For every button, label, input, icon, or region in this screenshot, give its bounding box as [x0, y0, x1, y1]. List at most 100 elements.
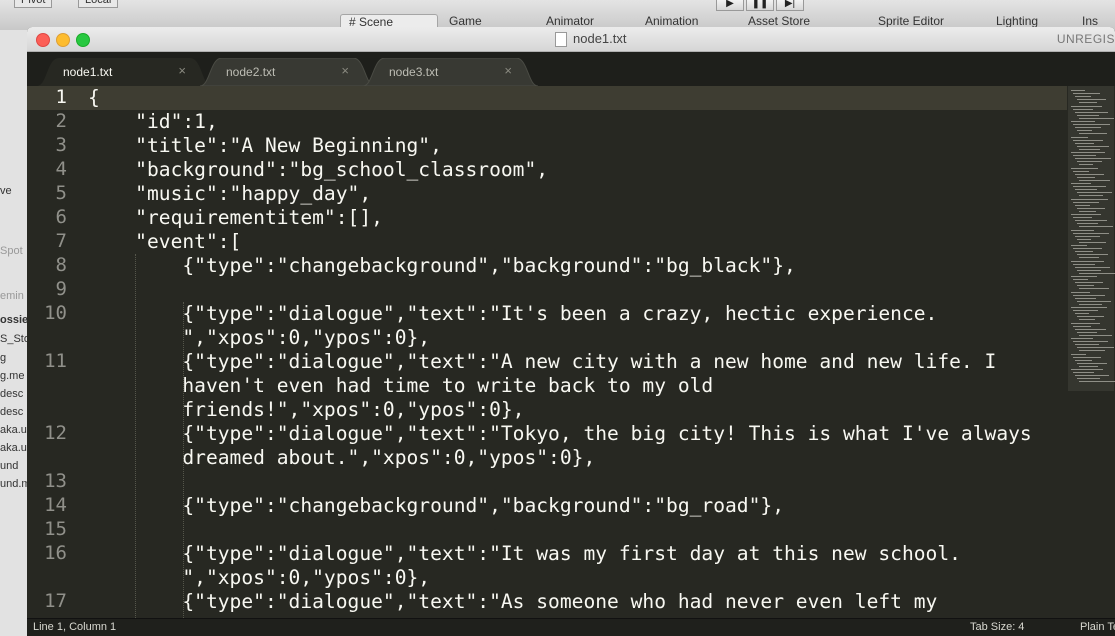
zoom-window-button[interactable]	[76, 33, 90, 47]
minimap-line	[1071, 90, 1085, 91]
minimap-line	[1079, 117, 1114, 119]
close-tab-icon[interactable]: ×	[341, 63, 349, 78]
tab-label: node1.txt	[63, 65, 113, 79]
bg-left-fragment: desc	[0, 406, 24, 418]
line-number: 7	[55, 230, 67, 252]
minimap-line	[1071, 136, 1088, 138]
code-line[interactable]: "title":"A New Beginning",	[88, 134, 442, 158]
bg-left-fragment: emin	[0, 290, 24, 302]
code-line[interactable]: "background":"bg_school_classroom",	[88, 158, 548, 182]
local-toggle[interactable]: Local	[78, 0, 119, 8]
minimap-line	[1073, 310, 1098, 312]
minimap-line	[1071, 260, 1104, 262]
code-line[interactable]: "music":"happy_day",	[88, 182, 371, 206]
minimap-line	[1077, 223, 1098, 225]
minimap-line	[1079, 226, 1113, 228]
code-line[interactable]: {"type":"dialogue","text":"It's been a c…	[88, 302, 937, 326]
minimap-line	[1077, 130, 1092, 132]
code-line[interactable]: {"type":"dialogue","text":"Tokyo, the bi…	[88, 422, 1031, 446]
code-line[interactable]: {"type":"changebackground","background":…	[88, 494, 784, 518]
bg-left-fragment: Spot	[0, 245, 23, 257]
step-icon[interactable]: ▶|	[776, 0, 804, 11]
code-line[interactable]: haven't even had time to write back to m…	[88, 374, 713, 398]
minimap-line	[1075, 111, 1108, 113]
minimap-line	[1077, 114, 1099, 116]
code-line[interactable]: "id":1,	[88, 110, 218, 134]
minimap-line	[1075, 189, 1097, 191]
minimap-line	[1071, 291, 1090, 293]
line-number: 4	[55, 158, 67, 180]
syntax-selector[interactable]: Plain Text	[1080, 621, 1115, 633]
minimap-line	[1075, 313, 1089, 315]
play-icon[interactable]: ▶	[716, 0, 744, 11]
minimap-visible-region[interactable]	[1068, 86, 1114, 391]
line-number: 2	[55, 110, 67, 132]
minimap-line	[1075, 127, 1101, 129]
line-number: 12	[44, 422, 67, 444]
code-line[interactable]: "event":[	[88, 230, 241, 254]
minimap-line	[1073, 217, 1092, 219]
minimap-line	[1077, 145, 1109, 147]
minimap-line	[1079, 195, 1103, 197]
code-line[interactable]: "requirementitem":[],	[88, 206, 383, 230]
minimap-line	[1075, 251, 1093, 253]
minimize-window-button[interactable]	[56, 33, 70, 47]
code-line[interactable]: {"type":"dialogue","text":"A new city wi…	[88, 350, 996, 374]
line-number: 3	[55, 134, 67, 156]
pause-icon[interactable]: ❚❚	[746, 0, 774, 11]
code-line[interactable]: ","xpos":0,"ypos":0},	[88, 566, 430, 590]
bg-left-fragment: g.me	[0, 370, 25, 382]
window-titlebar[interactable]: node1.txt UNREGIS	[27, 27, 1115, 52]
minimap-line	[1071, 353, 1086, 355]
minimap-line	[1071, 105, 1102, 107]
code-line[interactable]: ","xpos":0,"ypos":0},	[88, 326, 430, 350]
minimap-line	[1073, 294, 1105, 296]
code-line[interactable]: dreamed about.","xpos":0,"ypos":0},	[88, 446, 595, 470]
minimap-line	[1079, 164, 1093, 166]
line-number: 11	[44, 350, 67, 372]
tab-node3[interactable]: node3.txt ×	[363, 58, 538, 86]
code-line[interactable]: {"type":"dialogue","text":"As someone wh…	[88, 590, 937, 614]
minimap-line	[1075, 96, 1091, 98]
minimap-line	[1075, 282, 1103, 284]
tab-node1[interactable]: node1.txt ×	[37, 58, 212, 86]
close-tab-icon[interactable]: ×	[504, 63, 512, 78]
tab-size-selector[interactable]: Tab Size: 4	[970, 621, 1024, 633]
minimap-line	[1079, 210, 1096, 212]
minimap[interactable]	[1067, 86, 1115, 618]
minimap-line	[1071, 183, 1091, 184]
bg-left-fragment: und.m	[0, 478, 29, 490]
minimap-line	[1075, 204, 1090, 206]
minimap-line	[1077, 316, 1104, 318]
line-number: 10	[44, 302, 67, 324]
minimap-line	[1075, 142, 1094, 144]
minimap-line	[1079, 319, 1095, 321]
close-window-button[interactable]	[36, 33, 50, 47]
line-number-gutter: 1 2 3 4 5 6 7 8 9 10 11 12 13 14 15 16 17	[27, 86, 77, 618]
code-editor[interactable]: 1 2 3 4 5 6 7 8 9 10 11 12 13 14 15 16 17 { "id":1, "tit…	[27, 86, 1067, 618]
minimap-line	[1071, 276, 1097, 277]
bg-left-fragment: g	[0, 352, 7, 364]
minimap-line	[1073, 232, 1109, 234]
minimap-line	[1073, 263, 1095, 265]
code-line[interactable]: friends!","xpos":0,"ypos":0},	[88, 398, 524, 422]
line-number: 16	[44, 542, 67, 564]
minimap-line	[1077, 99, 1106, 101]
minimap-line	[1071, 338, 1093, 339]
line-number: 13	[44, 470, 67, 492]
close-tab-icon[interactable]: ×	[178, 63, 186, 78]
editor-window: node1.txt UNREGIS node1.txt × node2.txt …	[27, 27, 1115, 636]
minimap-line	[1075, 220, 1107, 222]
code-line[interactable]: {	[88, 86, 100, 110]
minimap-line	[1075, 173, 1104, 175]
tab-label: node2.txt	[226, 65, 276, 79]
code-line[interactable]: {"type":"changebackground","background":…	[88, 254, 795, 278]
minimap-line	[1077, 331, 1097, 333]
minimap-line	[1075, 375, 1109, 377]
pivot-toggle[interactable]: Pivot	[14, 0, 53, 8]
cursor-position: Line 1, Column 1	[33, 621, 117, 633]
code-line[interactable]: {"type":"dialogue","text":"It was my fir…	[88, 542, 961, 566]
tab-node2[interactable]: node2.txt ×	[200, 58, 375, 86]
minimap-line	[1075, 359, 1092, 361]
window-title: node1.txt	[573, 31, 627, 46]
